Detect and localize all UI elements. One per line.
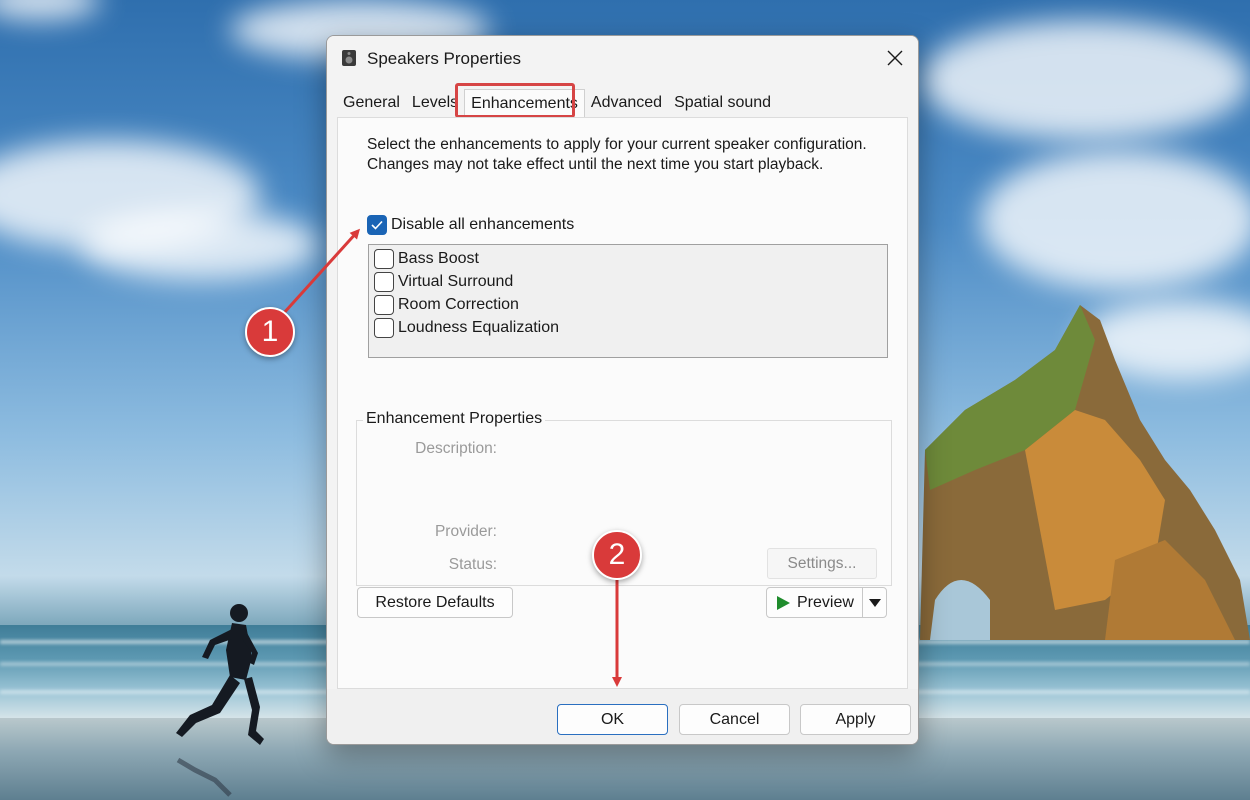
checkbox-unchecked[interactable] (374, 248, 394, 269)
tab-strip: General Levels Enhancements Advanced Spa… (337, 89, 777, 117)
speakers-properties-dialog: Speakers Properties General Levels Enhan… (326, 35, 919, 745)
checkbox-unchecked[interactable] (374, 271, 394, 292)
tab-general[interactable]: General (337, 89, 406, 117)
tab-spatial-sound[interactable]: Spatial sound (668, 89, 777, 117)
title-bar: Speakers Properties (327, 36, 918, 80)
group-title: Enhancement Properties (363, 410, 546, 428)
list-item: Room Correction (398, 295, 519, 313)
list-item: Bass Boost (398, 249, 479, 267)
close-icon (887, 50, 903, 66)
disable-all-enhancements-checkbox[interactable]: Disable all enhancements (367, 215, 574, 235)
tab-enhancements[interactable]: Enhancements (464, 89, 585, 117)
list-item: Loudness Equalization (398, 318, 560, 336)
close-button[interactable] (878, 42, 912, 74)
speaker-icon (342, 50, 356, 66)
apply-button[interactable]: Apply (800, 704, 911, 735)
step-1-badge: 1 (245, 307, 295, 357)
chevron-down-icon (868, 598, 881, 607)
tab-advanced[interactable]: Advanced (585, 89, 668, 117)
disable-all-enhancements-label: Disable all enhancements (391, 216, 575, 233)
checkbox-checked[interactable] (367, 215, 387, 235)
dialog-footer: OK Cancel Apply (327, 689, 918, 744)
preview-split-button: Preview (766, 587, 887, 618)
runner-silhouette (176, 604, 264, 797)
list-item: Virtual Surround (398, 272, 514, 290)
dialog-title: Speakers Properties (367, 49, 522, 68)
play-icon (777, 595, 790, 610)
preview-label: Preview (797, 593, 854, 611)
enhancement-bass-boost[interactable]: Bass Boost (369, 247, 887, 270)
enhancements-panel: Select the enhancements to apply for you… (337, 117, 908, 689)
sea-arch-rock (920, 305, 1250, 640)
step-2-badge: 2 (592, 530, 642, 580)
enhancements-list: Bass Boost Virtual Surround Room Correct… (368, 244, 888, 358)
status-label: Status: (448, 556, 497, 573)
intro-text: Select the enhancements to apply for you… (367, 136, 867, 173)
description-label: Description: (415, 440, 497, 457)
ok-button[interactable]: OK (557, 704, 668, 735)
checkbox-unchecked[interactable] (374, 294, 394, 315)
cancel-button[interactable]: Cancel (679, 704, 790, 735)
preview-button[interactable]: Preview (767, 588, 862, 617)
enhancement-loudness-equalization[interactable]: Loudness Equalization (369, 316, 887, 339)
tab-levels[interactable]: Levels (406, 89, 464, 117)
settings-button[interactable]: Settings... (767, 548, 877, 579)
provider-label: Provider: (434, 523, 497, 540)
preview-dropdown-button[interactable] (862, 588, 886, 617)
checkmark-icon (371, 220, 383, 230)
restore-defaults-button[interactable]: Restore Defaults (357, 587, 513, 618)
enhancement-virtual-surround[interactable]: Virtual Surround (369, 270, 887, 293)
checkbox-unchecked[interactable] (374, 317, 394, 338)
enhancement-room-correction[interactable]: Room Correction (369, 293, 887, 316)
